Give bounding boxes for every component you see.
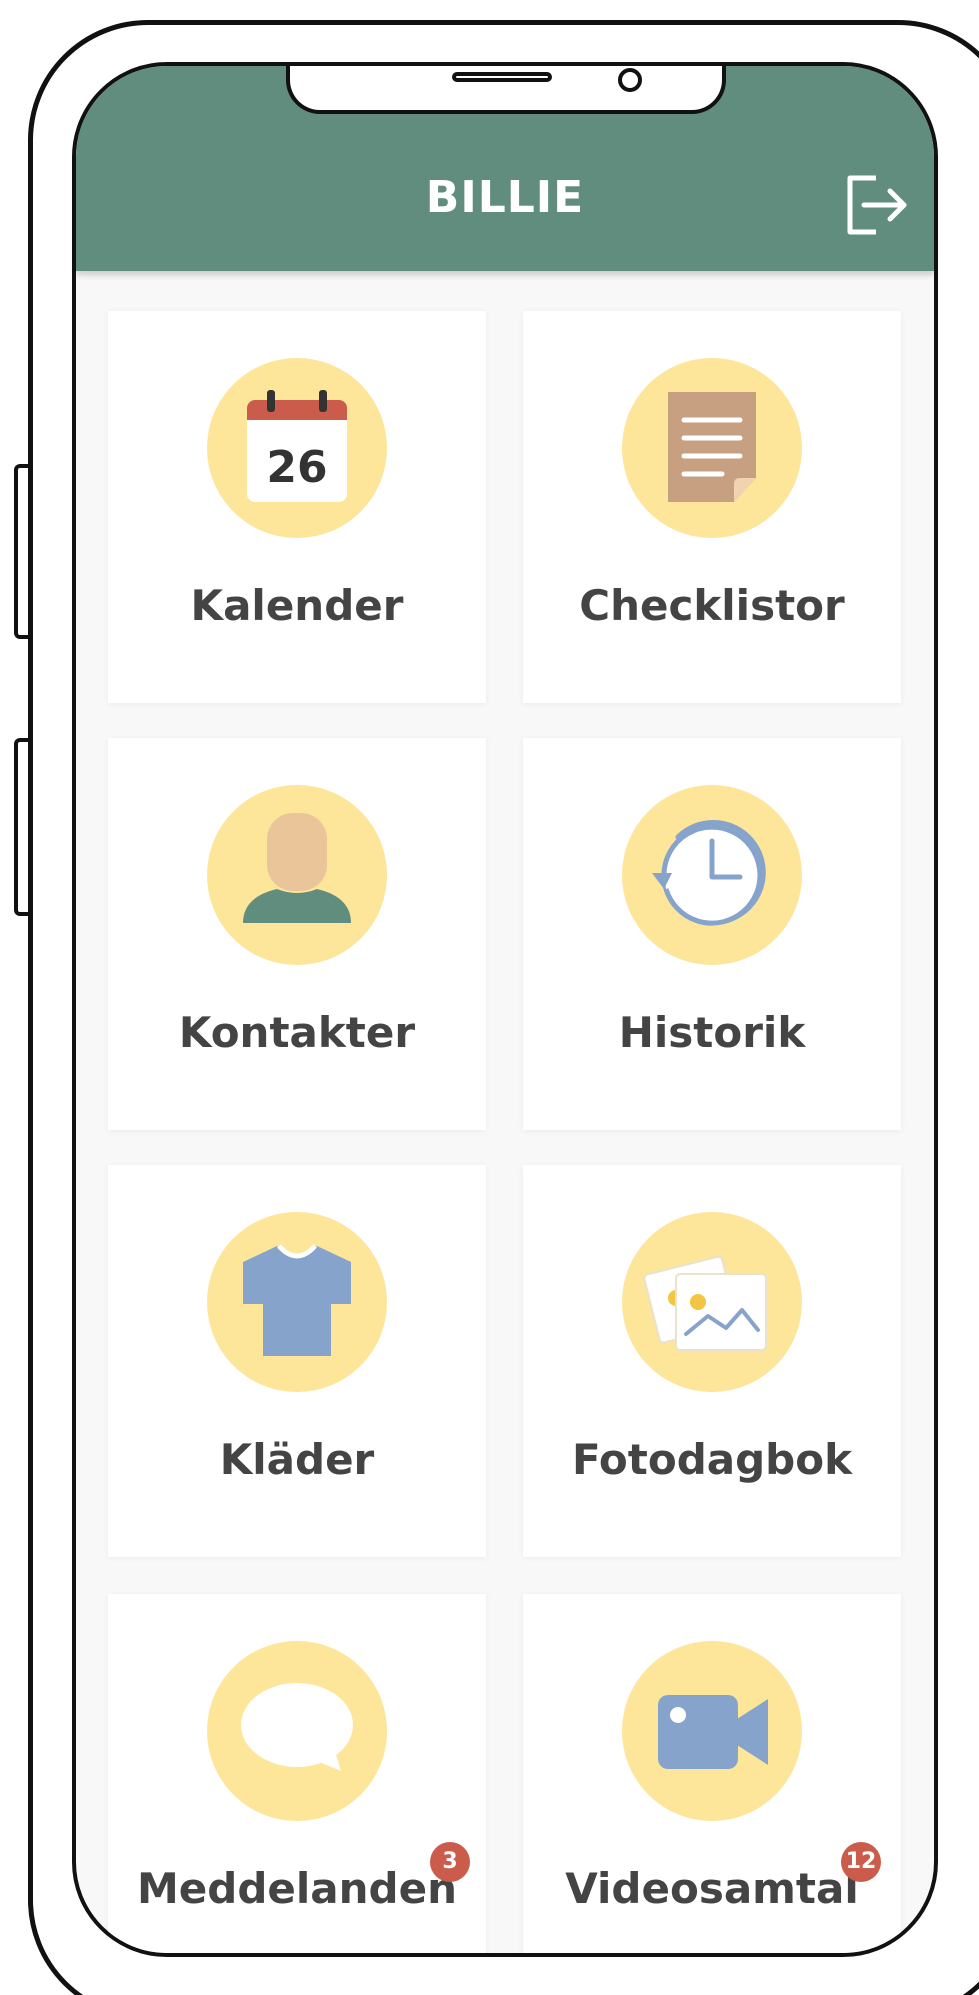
tile-label: Kläder: [219, 1435, 375, 1484]
volume-down-button: [14, 738, 28, 916]
tile-videosamtal[interactable]: Videosamtal 12: [523, 1594, 901, 1953]
photo-diary-icon: [622, 1212, 802, 1392]
app-header: BILLIE: [76, 66, 934, 271]
phone-notch: [286, 66, 726, 114]
tile-label: Checklistor: [579, 581, 845, 630]
calendar-icon: 26: [207, 358, 387, 538]
tile-klader[interactable]: Kläder: [108, 1165, 486, 1557]
speaker-grille: [452, 72, 552, 82]
tile-label: Meddelanden: [137, 1864, 457, 1913]
volume-up-button: [14, 464, 28, 639]
logout-button[interactable]: [846, 174, 910, 236]
contact-icon: [207, 785, 387, 965]
tile-label: Kalender: [190, 581, 404, 630]
tile-checklistor[interactable]: Checklistor: [523, 311, 901, 703]
tile-historik[interactable]: Historik: [523, 738, 901, 1130]
calendar-day-number: 26: [266, 442, 327, 493]
message-icon: [207, 1641, 387, 1821]
tile-meddelanden[interactable]: Meddelanden 3: [108, 1594, 486, 1953]
phone-mockup: BILLIE 26 Kalender Checklistor Kontakter…: [0, 0, 979, 1995]
app-title: BILLIE: [425, 172, 585, 223]
tile-label: Historik: [618, 1008, 806, 1057]
video-call-icon: [622, 1641, 802, 1821]
checklist-icon: [622, 358, 802, 538]
tile-kalender[interactable]: 26 Kalender: [108, 311, 486, 703]
unread-badge: 3: [430, 1842, 470, 1882]
tile-fotodagbok[interactable]: Fotodagbok: [523, 1165, 901, 1557]
tile-kontakter[interactable]: Kontakter: [108, 738, 486, 1130]
missed-call-badge: 12: [841, 1842, 881, 1882]
tshirt-icon: [207, 1212, 387, 1392]
tile-label: Fotodagbok: [571, 1435, 853, 1484]
history-icon: [622, 785, 802, 965]
logout-icon: [847, 175, 907, 235]
app-screen: BILLIE 26 Kalender Checklistor Kontakter…: [72, 62, 938, 1957]
front-camera: [618, 68, 642, 92]
tile-label: Kontakter: [178, 1008, 416, 1057]
